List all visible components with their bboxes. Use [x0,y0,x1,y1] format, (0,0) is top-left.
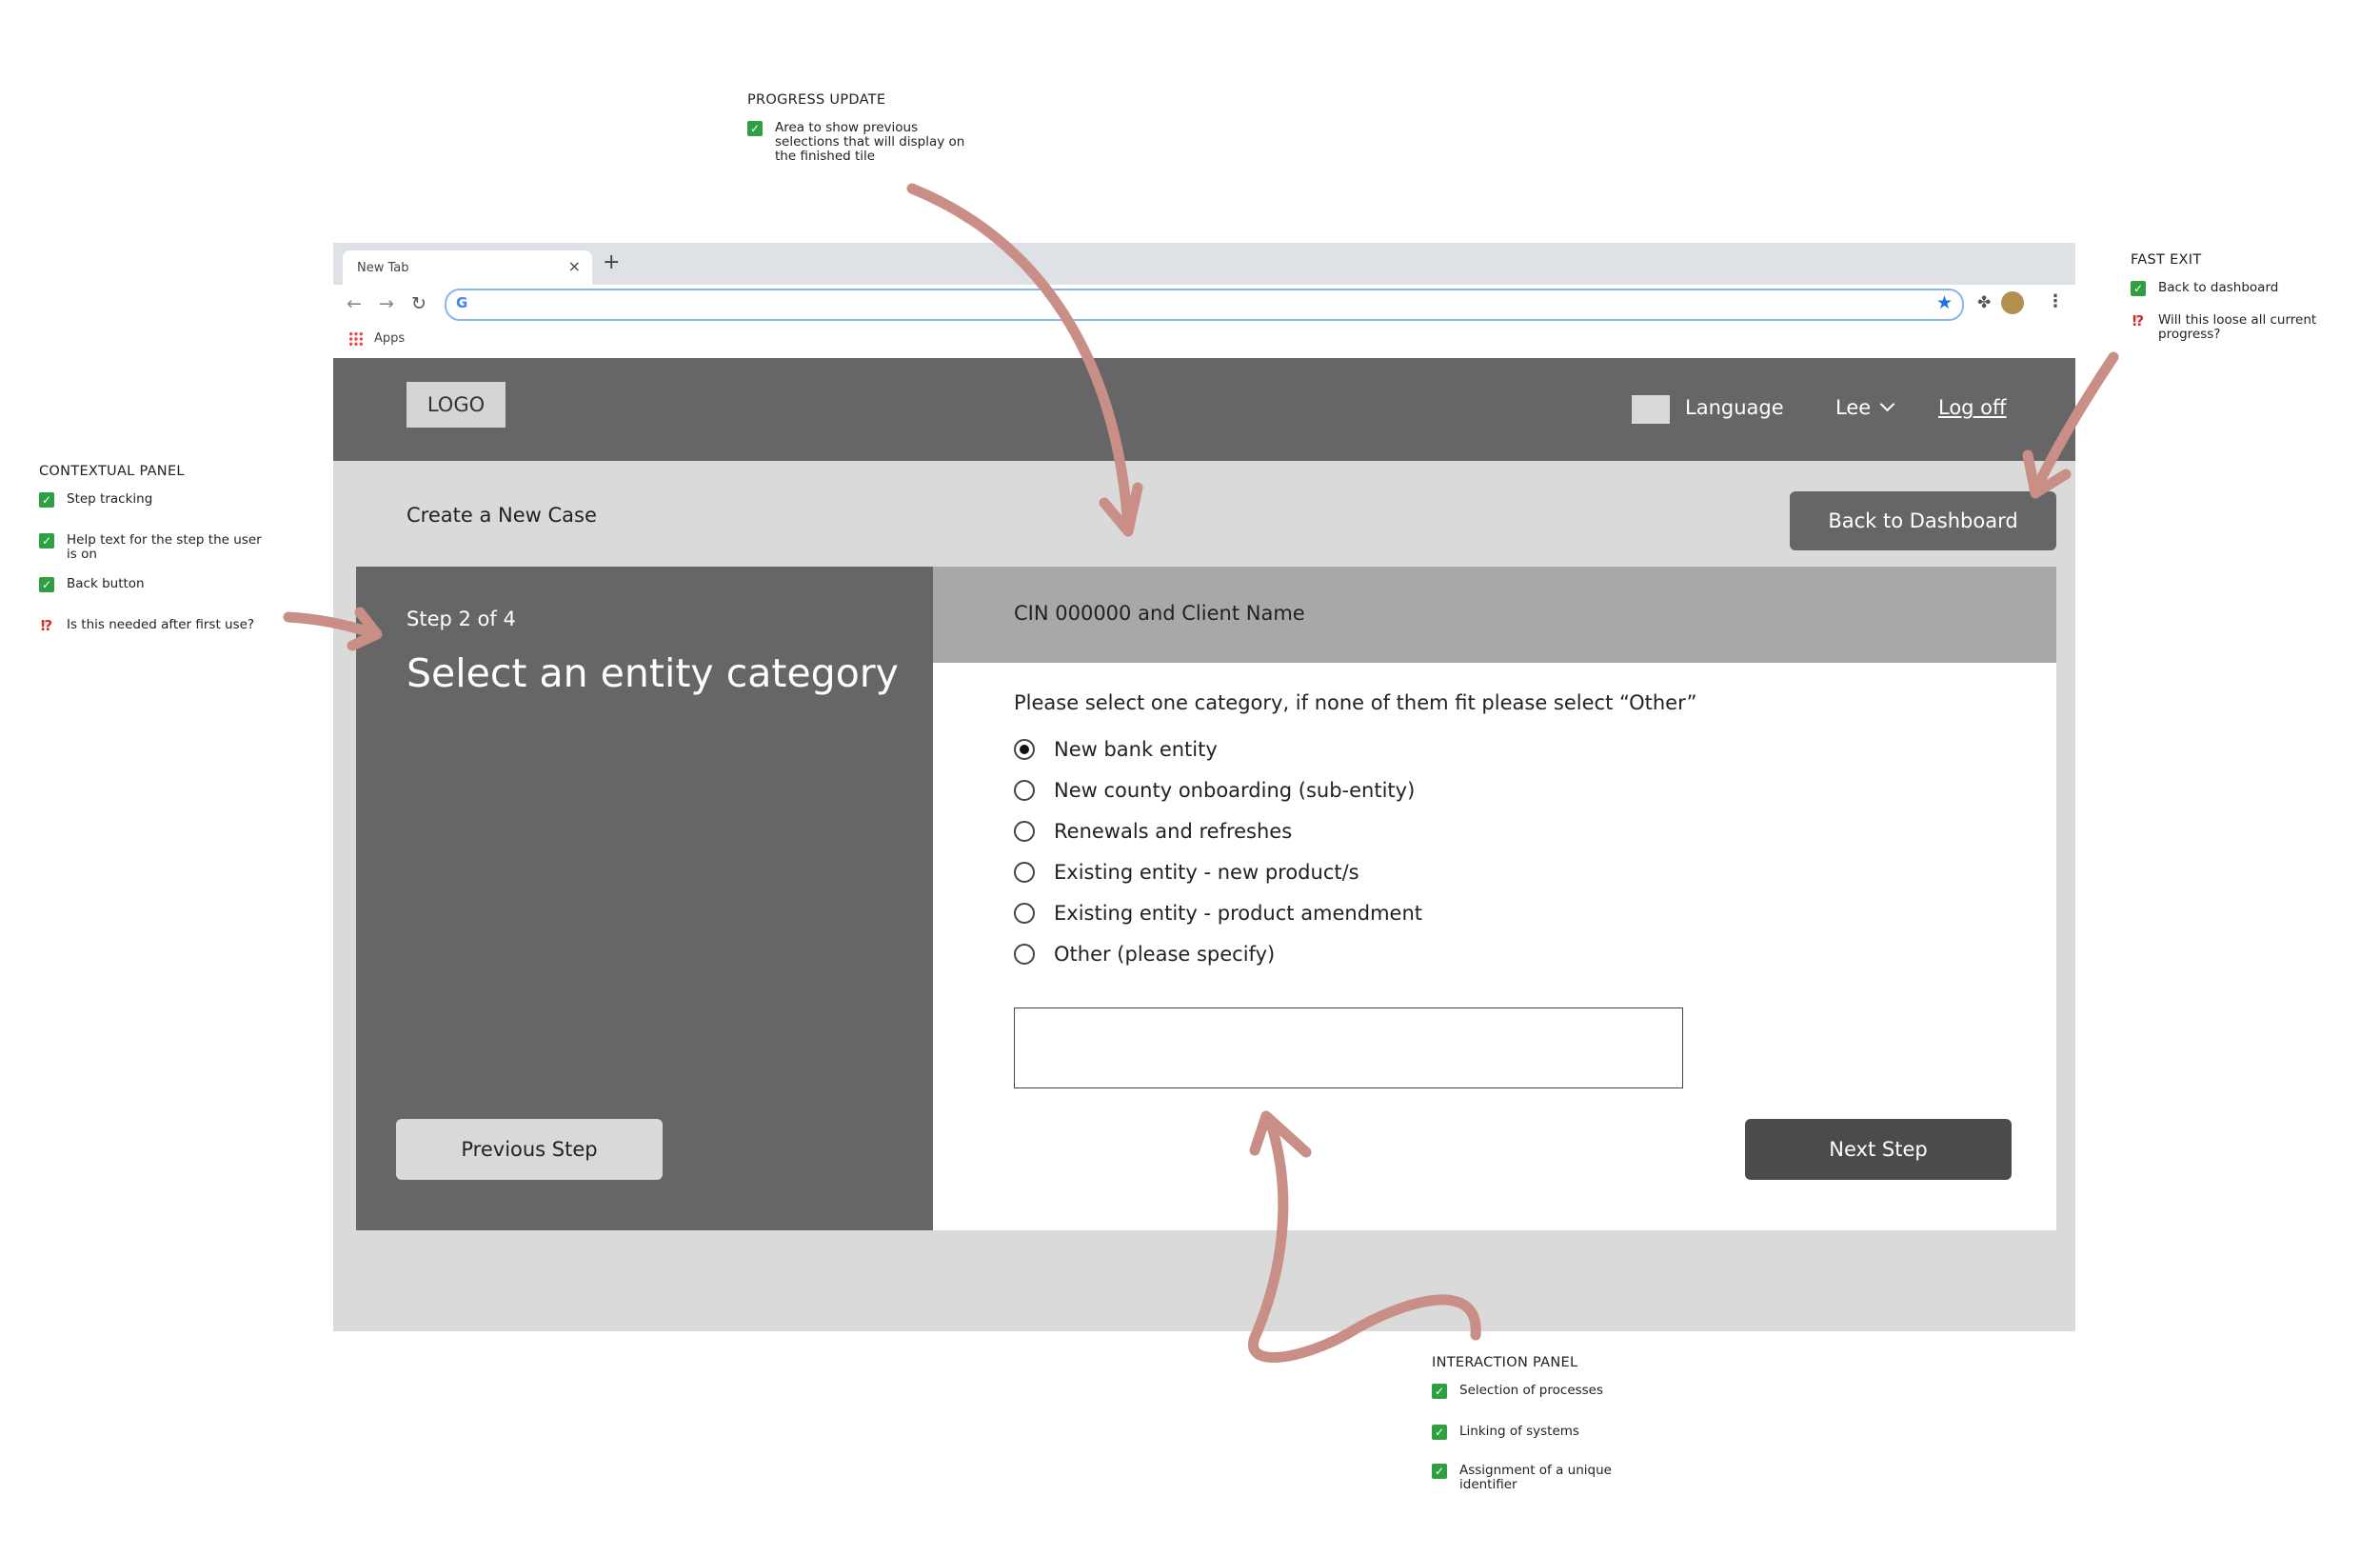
browser-window: New Tab × + ← → ↻ G ★ ✤ ⋮ Apps LOGO Lang… [333,243,2075,1331]
back-to-dashboard-button[interactable]: Back to Dashboard [1790,491,2056,550]
tab-title: New Tab [357,261,409,275]
checkbox-checked-icon: ✓ [1432,1464,1447,1479]
instruction-text: Please select one category, if none of t… [1014,691,1697,714]
browser-tab[interactable]: New Tab × [343,250,592,285]
apps-bookmark-label[interactable]: Apps [374,331,405,346]
radio-option-existing-amendment[interactable]: Existing entity - product amendment [1014,902,1422,925]
annotation-contextual-panel: CONTEXTUAL PANEL ✓ Step tracking ✓ Help … [39,464,287,658]
radio-label: New bank entity [1054,738,1218,761]
tab-strip: New Tab × + [333,243,2075,285]
annotation-text: Will this loose all current progress? [2158,312,2317,342]
kebab-menu-icon[interactable]: ⋮ [2047,291,2064,311]
browser-toolbar: ← → ↻ G ★ ✤ ⋮ Apps [333,285,2075,358]
annotation-text: Is this needed after first use? [67,617,255,632]
new-tab-icon[interactable]: + [603,250,620,274]
annotation-item: ⁉ Will this loose all current progress? [2131,313,2369,342]
radio-option-existing-new-product[interactable]: Existing entity - new product/s [1014,861,1359,884]
annotation-text: Back to dashboard [2158,280,2279,295]
contextual-panel: Step 2 of 4 Select an entity category Pr… [356,567,933,1230]
log-off-link[interactable]: Log off [1938,396,2007,419]
annotation-item: ✓ Linking of systems [1432,1425,1679,1440]
radio-label: Existing entity - new product/s [1054,861,1359,884]
annotation-item: ✓ Assignment of a unique identifier [1432,1464,1679,1492]
annotation-text: Linking of systems [1459,1424,1579,1439]
user-name: Lee [1835,396,1872,419]
annotation-text: Assignment of a unique identifier [1459,1463,1612,1492]
annotation-title: CONTEXTUAL PANEL [39,464,185,479]
client-bar: CIN 000000 and Client Name [933,567,2056,663]
radio-option-other[interactable]: Other (please specify) [1014,943,1275,966]
radio-label: Other (please specify) [1054,943,1276,966]
forward-arrow-icon[interactable]: → [379,293,394,314]
radio-button[interactable] [1014,821,1035,842]
back-arrow-icon[interactable]: ← [347,293,362,314]
extensions-puzzle-icon[interactable]: ✤ [1977,293,1991,312]
user-menu[interactable]: Lee [1835,396,1895,419]
language-selector[interactable]: Language [1685,396,1784,419]
step-indicator: Step 2 of 4 [407,608,516,630]
other-specify-input[interactable] [1014,1007,1683,1088]
browser-chrome: New Tab × + ← → ↻ G ★ ✤ ⋮ Apps [333,243,2075,358]
checkbox-checked-icon: ✓ [1432,1384,1447,1399]
address-bar[interactable]: G ★ [445,289,1964,321]
radio-option-new-bank-entity[interactable]: New bank entity [1014,738,1218,761]
chevron-down-icon [1879,396,1895,412]
previous-step-button[interactable]: Previous Step [396,1119,663,1180]
annotation-interaction-panel: INTERACTION PANEL ✓ Selection of process… [1432,1355,1679,1517]
radio-option-renewals[interactable]: Renewals and refreshes [1014,820,1292,843]
close-icon[interactable]: × [568,257,581,275]
annotation-item: ✓ Back to dashboard [2131,281,2369,296]
client-name: CIN 000000 and Client Name [1014,602,1305,625]
checkbox-checked-icon: ✓ [39,533,54,549]
radio-option-new-county-onboarding[interactable]: New county onboarding (sub-entity) [1014,779,1415,802]
checkbox-checked-icon: ✓ [39,577,54,592]
interaction-panel: CIN 000000 and Client Name Please select… [933,567,2056,1230]
radio-button[interactable] [1014,944,1035,965]
annotation-text: Back button [67,576,145,591]
annotation-text: Help text for the step the user is on [67,532,262,562]
annotation-item: ✓ Area to show previous selections that … [747,121,995,164]
annotation-item: ✓ Help text for the step the user is on [39,533,287,562]
app-header: LOGO Language Lee Log off [333,358,2075,461]
logo[interactable]: LOGO [407,382,506,428]
google-icon: G [456,294,468,311]
radio-button[interactable] [1014,780,1035,801]
annotation-title: PROGRESS UPDATE [747,92,886,108]
annotation-text: Selection of processes [1459,1383,1604,1398]
radio-button[interactable] [1014,862,1035,883]
checkbox-checked-icon: ✓ [39,492,54,508]
annotation-item: ✓ Step tracking [39,492,287,508]
exclamation-question-icon: ⁉ [40,616,53,634]
apps-grid-icon[interactable] [348,331,364,347]
checkbox-checked-icon: ✓ [747,121,763,136]
page-title: Create a New Case [407,504,597,527]
annotation-fast-exit: FAST EXIT ✓ Back to dashboard ⁉ Will thi… [2131,252,2369,367]
annotation-title: INTERACTION PANEL [1432,1355,1578,1370]
radio-label: Existing entity - product amendment [1054,902,1422,925]
annotation-text: Step tracking [67,491,153,507]
annotation-item: ✓ Selection of processes [1432,1384,1679,1399]
profile-avatar[interactable] [2001,291,2024,314]
exclamation-question-icon: ⁉ [2132,311,2145,329]
radio-label: Renewals and refreshes [1054,820,1293,843]
radio-label: New county onboarding (sub-entity) [1054,779,1416,802]
checkbox-checked-icon: ✓ [1432,1425,1447,1440]
annotation-title: FAST EXIT [2131,252,2202,268]
annotation-text: Area to show previous selections that wi… [775,120,965,164]
next-step-button[interactable]: Next Step [1745,1119,2012,1180]
step-title: Select an entity category [407,650,899,696]
language-flag-icon[interactable] [1632,395,1670,424]
reload-icon[interactable]: ↻ [411,293,426,314]
annotation-item: ✓ Back button [39,577,287,592]
radio-button-selected[interactable] [1014,739,1035,760]
annotation-progress-update: PROGRESS UPDATE ✓ Area to show previous … [747,92,995,189]
checkbox-checked-icon: ✓ [2131,281,2146,296]
radio-button[interactable] [1014,903,1035,924]
annotation-item: ⁉ Is this needed after first use? [39,618,287,633]
bookmark-star-icon[interactable]: ★ [1936,292,1953,313]
